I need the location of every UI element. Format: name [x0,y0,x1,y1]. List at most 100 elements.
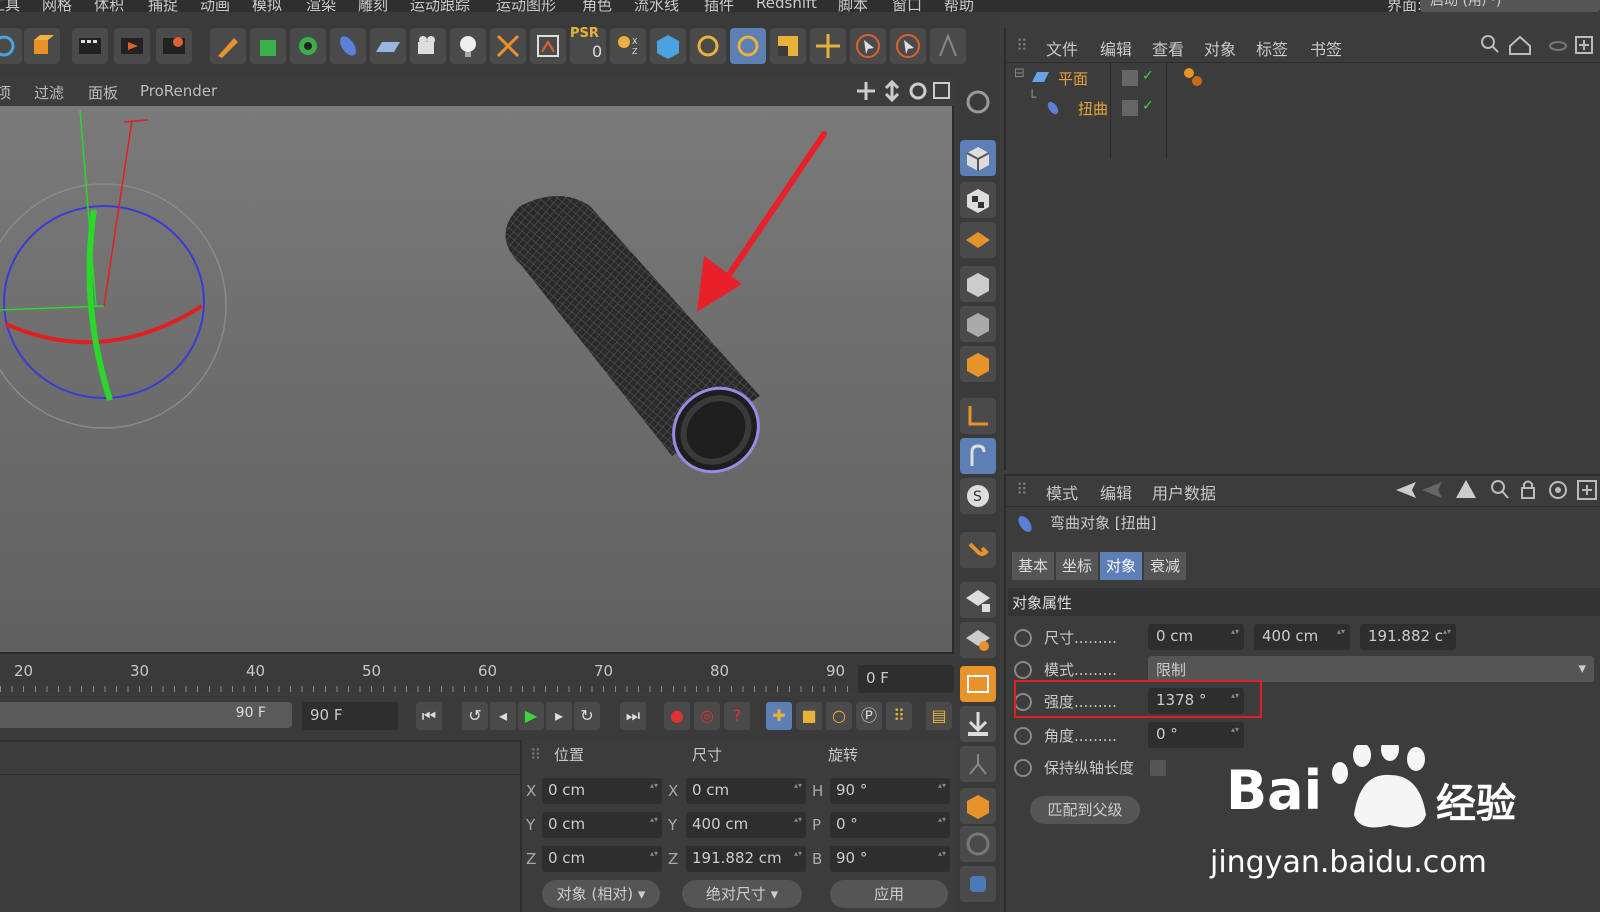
animate-radio-icon[interactable] [1014,727,1032,745]
menu-bookmarks[interactable]: 书签 [1310,36,1342,60]
layout-select[interactable]: 启动 (用户) [1420,0,1600,12]
menu-edit[interactable]: 编辑 [1100,480,1132,504]
menu-snap[interactable]: 捕捉 [148,0,178,12]
menu-redshift[interactable]: Redshift [756,0,817,12]
key-rotation-icon[interactable]: ○ [826,702,852,730]
workplane-mode-icon[interactable] [960,222,996,258]
python-icon[interactable] [960,866,996,902]
menu-sculpt[interactable]: 雕刻 [358,0,388,12]
animate-radio-icon[interactable] [1014,661,1032,679]
live-select-icon[interactable] [850,28,886,64]
current-frame-field[interactable]: 0 F [858,665,954,693]
size-y-field[interactable]: 400 cm [686,812,806,838]
floor-icon[interactable] [370,28,406,64]
layer-icon[interactable] [1122,70,1138,86]
menu-object[interactable]: 对象 [1204,36,1236,60]
model-mode-icon[interactable] [24,28,60,64]
render-settings-icon[interactable] [156,28,192,64]
collapse-icon[interactable]: ⊟ [1014,66,1025,81]
size-x-field[interactable]: 0 cm [1148,624,1244,650]
coordinate-mode-select[interactable]: 对象 (相对) ▾ [542,880,660,908]
tweak-mode-icon[interactable] [960,438,996,474]
key-parameter-icon[interactable]: Ⓟ [856,702,882,730]
size-mode-select[interactable]: 绝对尺寸 ▾ [682,880,802,908]
size-y-field[interactable]: 400 cm [1254,624,1350,650]
menu-mograph[interactable]: 运动图形 [496,0,556,12]
axis-xyz-icon[interactable]: XZ [610,28,646,64]
viewport-menu-panel[interactable]: 面板 [88,82,118,103]
menu-edit[interactable]: 编辑 [1100,36,1132,60]
rotation-h-field[interactable]: 90 ° [830,778,950,804]
menu-mesh[interactable]: 网格 [42,0,72,12]
texture-mode-icon[interactable] [960,182,996,218]
animate-radio-icon[interactable] [1014,629,1032,647]
layer-icon[interactable] [1122,100,1138,116]
menu-simulate[interactable]: 模拟 [252,0,282,12]
camera-icon[interactable] [410,28,446,64]
attribute-nav-tools[interactable] [1394,478,1600,502]
match-parent-button[interactable]: 匹配到父级 [1030,796,1140,824]
menu-file[interactable]: 文件 [1046,36,1078,60]
menu-character[interactable]: 角色 [582,0,612,12]
auto-key-icon[interactable]: ◎ [694,702,720,730]
edges-mode-icon[interactable] [960,306,996,342]
rotation-b-field[interactable]: 90 ° [830,846,950,872]
axis-mode-icon[interactable] [960,398,996,434]
polygons-mode-icon[interactable] [960,346,996,382]
timeline-window-icon[interactable]: ▤ [926,702,952,730]
rotation-gizmo[interactable] [0,109,227,429]
rotate-icon[interactable] [690,28,726,64]
key-position-icon[interactable]: ✚ [766,702,792,730]
character-icon[interactable] [930,28,966,64]
menu-volume[interactable]: 体积 [94,0,124,12]
cloner-icon[interactable] [290,28,326,64]
planar-workplane-icon[interactable] [960,622,996,658]
light-icon[interactable] [450,28,486,64]
visibility-check-icon[interactable]: ✓ [1142,68,1154,84]
viewport-nav-icons[interactable] [856,80,952,102]
menu-motion-tracking[interactable]: 运动跟踪 [410,0,470,12]
undo-icon[interactable] [0,28,22,64]
object-manager-tools[interactable] [1480,34,1600,56]
end-frame-field[interactable]: 90 F [302,702,398,730]
model-mode-icon[interactable] [960,140,996,176]
ik-icon[interactable] [960,746,996,782]
points-mode-icon[interactable] [960,266,996,302]
position-z-field[interactable]: 0 cm [542,846,662,872]
deformer-icon[interactable] [330,28,366,64]
keep-length-checkbox[interactable] [1150,760,1166,776]
snap-icon[interactable]: S [960,478,996,514]
render-view-icon[interactable] [72,28,108,64]
psr-icon[interactable]: PSR 0 [570,26,606,64]
rotate-active-icon[interactable] [730,28,766,64]
menu-tools[interactable]: 工具 [0,0,20,12]
workplane-icon[interactable] [960,84,996,120]
viewport-menu-filter[interactable]: 过滤 [34,82,64,103]
menu-render[interactable]: 渲染 [306,0,336,12]
menu-help[interactable]: 帮助 [944,0,974,12]
magnet-icon[interactable] [960,532,996,568]
menu-pipeline[interactable]: 流水线 [634,0,679,12]
menu-tags[interactable]: 标签 [1256,36,1288,60]
solo-mode-icon[interactable] [960,666,996,702]
previous-frame-icon[interactable]: ◂ [490,702,516,730]
menu-window[interactable]: 窗口 [892,0,922,12]
tab-basic[interactable]: 基本 [1012,552,1055,580]
viewport-menu-options[interactable]: 项 [0,82,11,103]
disabled-tool-icon[interactable] [960,826,996,862]
tube-object[interactable] [505,196,775,489]
menu-plugins[interactable]: 插件 [704,0,734,12]
pen-icon[interactable] [210,28,246,64]
move-icon[interactable] [810,28,846,64]
tab-coordinates[interactable]: 坐标 [1056,552,1099,580]
apply-button[interactable]: 应用 [830,880,948,908]
key-help-icon[interactable]: ? [724,702,750,730]
size-x-field[interactable]: 0 cm [686,778,806,804]
menu-animate[interactable]: 动画 [200,0,230,12]
3d-viewport[interactable] [0,106,954,654]
render-region-icon[interactable] [960,706,996,742]
preview-range-slider[interactable]: 90 F [0,702,292,728]
menu-view[interactable]: 查看 [1152,36,1184,60]
position-x-field[interactable]: 0 cm [542,778,662,804]
next-frame-icon[interactable]: ▸ [546,702,572,730]
